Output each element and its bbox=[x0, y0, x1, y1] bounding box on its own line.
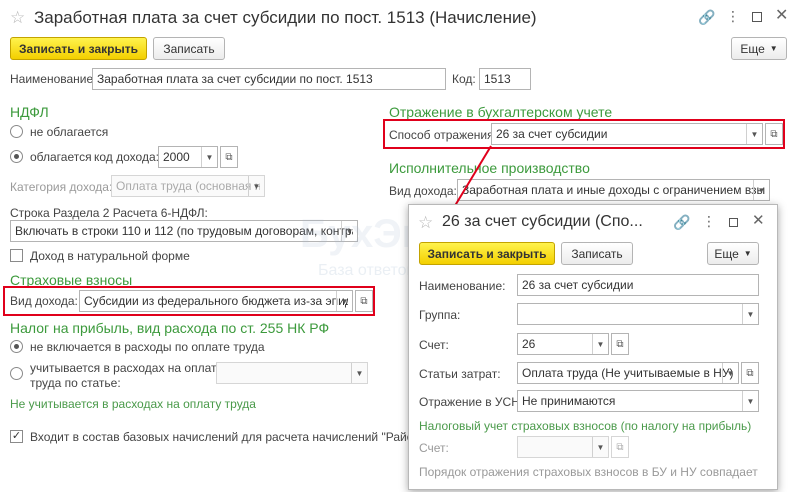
popup-window: ☆ 26 за счет субсидии (Спо... 🔗 ⋮ ✕ Запи… bbox=[408, 204, 778, 490]
open-icon: ⧉ bbox=[611, 436, 629, 458]
open-icon[interactable]: ⧉ bbox=[611, 333, 629, 355]
popup-save-button[interactable]: Записать bbox=[561, 242, 633, 265]
maximize-icon[interactable] bbox=[729, 218, 738, 227]
popup-name-label: Наименование: bbox=[419, 279, 506, 293]
popup-tax-account-label: Счет: bbox=[419, 441, 449, 455]
popup-name-value: 26 за счет субсидии bbox=[522, 278, 634, 292]
chevron-down-icon[interactable]: ▼ bbox=[722, 363, 738, 383]
open-icon[interactable]: ⧉ bbox=[741, 362, 759, 384]
popup-save-and-close-button[interactable]: Записать и закрыть bbox=[419, 242, 555, 265]
favorite-star-icon[interactable]: ☆ bbox=[418, 214, 433, 231]
close-icon[interactable]: ✕ bbox=[752, 213, 765, 228]
chevron-down-icon: ▼ bbox=[592, 437, 608, 457]
popup-cost-item-select[interactable]: Оплата труда (Не учитываемые в НУ) ▼ bbox=[517, 362, 739, 384]
popup-name-input[interactable]: 26 за счет субсидии bbox=[517, 274, 759, 296]
popup-usn-select[interactable]: Не принимаются ▼ bbox=[517, 390, 759, 412]
chevron-down-icon[interactable]: ▼ bbox=[742, 304, 758, 324]
chevron-down-icon: ▼ bbox=[743, 249, 752, 258]
chevron-down-icon[interactable]: ▼ bbox=[592, 334, 608, 354]
popup-usn-value: Не принимаются bbox=[522, 394, 616, 408]
popup-group-label: Группа: bbox=[419, 308, 461, 322]
chevron-down-icon[interactable]: ▼ bbox=[742, 391, 758, 411]
link-icon[interactable]: 🔗 bbox=[673, 215, 690, 229]
popup-cost-item-value: Оплата труда (Не учитываемые в НУ) bbox=[522, 366, 734, 380]
popup-tax-section-heading: Налоговый учет страховых взносов (по нал… bbox=[419, 419, 752, 433]
popup-title: 26 за счет субсидии (Спо... bbox=[442, 213, 643, 230]
popup-cost-item-label: Статьи затрат: bbox=[419, 367, 501, 381]
popup-tax-account-select: ▼ bbox=[517, 436, 609, 458]
popup-account-select[interactable]: 26 ▼ bbox=[517, 333, 609, 355]
popup-more-button[interactable]: Еще ▼ bbox=[707, 242, 759, 265]
popup-footer-note: Порядок отражения страховых взносов в БУ… bbox=[419, 465, 758, 479]
more-icon[interactable]: ⋮ bbox=[702, 214, 716, 228]
popup-account-label: Счет: bbox=[419, 338, 449, 352]
popup-group-select[interactable]: ▼ bbox=[517, 303, 759, 325]
more-label: Еще bbox=[714, 246, 739, 261]
popup-usn-label: Отражение в УСН: bbox=[419, 395, 524, 409]
